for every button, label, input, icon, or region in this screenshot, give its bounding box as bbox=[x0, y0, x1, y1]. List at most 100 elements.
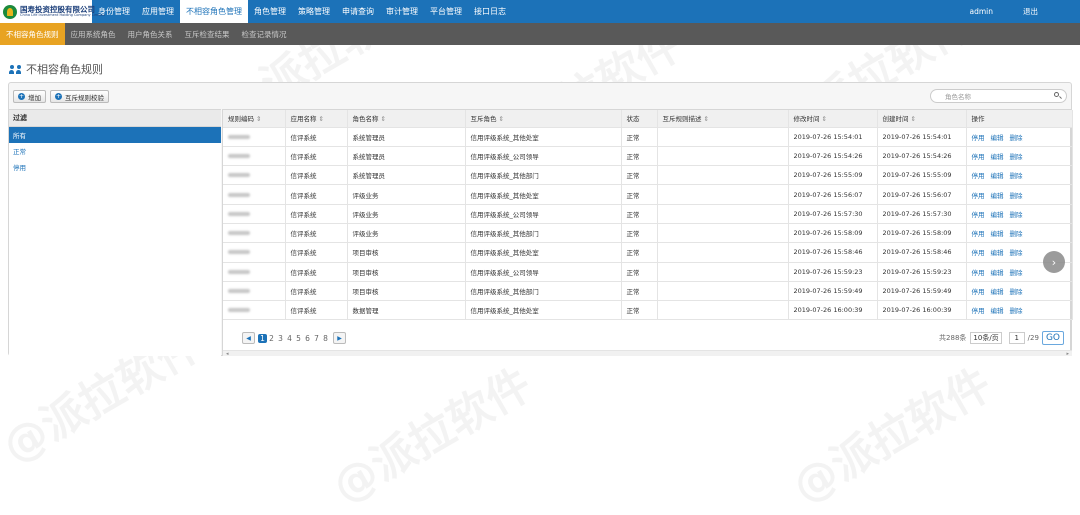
page-size-select[interactable]: 10条/页 bbox=[970, 332, 1002, 344]
next-page-button[interactable]: ▶ bbox=[333, 332, 346, 344]
prev-page-button[interactable]: ◀ bbox=[242, 332, 255, 344]
page-number[interactable]: 1 bbox=[258, 333, 267, 343]
filter-item[interactable]: 正常 bbox=[9, 143, 221, 159]
table-cell: 信用评级系统_其他部门 bbox=[465, 281, 622, 302]
column-header[interactable]: 应用名称 ⇕ bbox=[285, 110, 348, 128]
sort-icon[interactable]: ⇕ bbox=[319, 115, 324, 123]
sort-icon[interactable]: ⇕ bbox=[499, 115, 504, 123]
action-link-edit[interactable]: 编辑 bbox=[991, 211, 1004, 219]
subnav-item[interactable]: 检查记录情况 bbox=[236, 23, 293, 45]
subnav-item[interactable]: 不相容角色规则 bbox=[0, 23, 65, 45]
sort-icon[interactable]: ⇕ bbox=[381, 115, 386, 123]
page-number-input[interactable]: 1 bbox=[1008, 332, 1025, 344]
table-row[interactable]: 信评系统 系统管理员 信用评级系统_其他部门 正常 2019-07-26 15:55:0… bbox=[223, 165, 1073, 186]
action-link-delete[interactable]: 删除 bbox=[1010, 192, 1023, 200]
column-header-label: 规则编码 bbox=[228, 115, 254, 124]
sort-icon[interactable]: ⇕ bbox=[911, 115, 916, 123]
filter-item[interactable]: 停用 bbox=[9, 159, 221, 175]
topnav-item[interactable]: 审计管理 bbox=[380, 0, 424, 23]
action-link-disable[interactable]: 停用 bbox=[972, 172, 985, 180]
action-link-disable[interactable]: 停用 bbox=[972, 249, 985, 257]
table-row[interactable]: 信评系统 评级业务 信用评级系统_其他部门 正常 2019-07-26 15:58:09… bbox=[223, 223, 1073, 244]
action-link-delete[interactable]: 删除 bbox=[1010, 230, 1023, 238]
search-icon[interactable] bbox=[1054, 92, 1059, 97]
table-row[interactable]: 信评系统 系统管理员 信用评级系统_公司领导 正常 2019-07-26 15:54:2… bbox=[223, 146, 1073, 167]
action-link-disable[interactable]: 停用 bbox=[972, 211, 985, 219]
next-slide-button[interactable]: › bbox=[1043, 251, 1065, 273]
page-number[interactable]: 3 bbox=[276, 334, 285, 343]
action-link-edit[interactable]: 编辑 bbox=[991, 249, 1004, 257]
column-header[interactable]: 角色名称 ⇕ bbox=[347, 110, 466, 128]
column-header[interactable]: 规则编码 ⇕ bbox=[223, 110, 286, 128]
table-cell: 2019-07-26 15:54:01 bbox=[877, 127, 967, 147]
sort-icon[interactable]: ⇕ bbox=[704, 115, 709, 123]
action-link-delete[interactable]: 删除 bbox=[1010, 172, 1023, 180]
topnav-item[interactable]: 身份管理 bbox=[92, 0, 136, 23]
table-row[interactable]: 信评系统 项目审核 信用评级系统_其他处室 正常 2019-07-26 15:58:46… bbox=[223, 242, 1073, 263]
action-link-edit[interactable]: 编辑 bbox=[991, 172, 1004, 180]
action-link-disable[interactable]: 停用 bbox=[972, 307, 985, 315]
action-link-disable[interactable]: 停用 bbox=[972, 230, 985, 238]
subnav-item[interactable]: 应用系统角色 bbox=[65, 23, 122, 45]
action-link-delete[interactable]: 删除 bbox=[1010, 249, 1023, 257]
action-link-disable[interactable]: 停用 bbox=[972, 134, 985, 142]
username[interactable]: admin bbox=[970, 7, 994, 16]
scroll-left-icon[interactable]: ◂ bbox=[226, 351, 229, 357]
topnav-item[interactable]: 接口日志 bbox=[468, 0, 512, 23]
subnav-item[interactable]: 互斥检查结果 bbox=[179, 23, 236, 45]
action-link-edit[interactable]: 编辑 bbox=[991, 192, 1004, 200]
page-number[interactable]: 8 bbox=[321, 334, 330, 343]
action-link-disable[interactable]: 停用 bbox=[972, 192, 985, 200]
action-link-delete[interactable]: 删除 bbox=[1010, 288, 1023, 296]
action-link-disable[interactable]: 停用 bbox=[972, 288, 985, 296]
rule-check-button[interactable]: + 互斥规则校验 bbox=[50, 90, 109, 103]
action-link-delete[interactable]: 删除 bbox=[1010, 307, 1023, 315]
action-link-edit[interactable]: 编辑 bbox=[991, 307, 1004, 315]
subnav-item[interactable]: 用户角色关系 bbox=[122, 23, 179, 45]
column-header[interactable]: 互斥规则描述 ⇕ bbox=[657, 110, 789, 128]
topnav-item[interactable]: 角色管理 bbox=[248, 0, 292, 23]
scroll-right-icon[interactable]: ▸ bbox=[1066, 351, 1069, 357]
action-link-edit[interactable]: 编辑 bbox=[991, 288, 1004, 296]
table-row[interactable]: 信评系统 项目审核 信用评级系统_公司领导 正常 2019-07-26 15:59:23… bbox=[223, 262, 1073, 282]
topnav-item[interactable]: 不相容角色管理 bbox=[180, 0, 248, 23]
sort-icon[interactable]: ⇕ bbox=[256, 115, 261, 123]
page-number[interactable]: 6 bbox=[303, 334, 312, 343]
search-input[interactable]: 角色名称 bbox=[930, 89, 1067, 103]
action-link-delete[interactable]: 删除 bbox=[1010, 134, 1023, 142]
table-row[interactable]: 信评系统 评级业务 信用评级系统_公司领导 正常 2019-07-26 15:57:30… bbox=[223, 204, 1073, 224]
page-number[interactable]: 5 bbox=[294, 334, 303, 343]
table-row[interactable]: 信评系统 评级业务 信用评级系统_其他处室 正常 2019-07-26 15:56:07… bbox=[223, 184, 1073, 205]
action-link-delete[interactable]: 删除 bbox=[1010, 211, 1023, 219]
filter-item[interactable]: 所有 bbox=[9, 127, 221, 143]
column-header[interactable]: 修改时间 ⇕ bbox=[788, 110, 878, 128]
action-link-edit[interactable]: 编辑 bbox=[991, 134, 1004, 142]
action-link-edit[interactable]: 编辑 bbox=[991, 153, 1004, 161]
topnav-item[interactable]: 平台管理 bbox=[424, 0, 468, 23]
topnav-item[interactable]: 策略管理 bbox=[292, 0, 336, 23]
topnav-item[interactable]: 申请查询 bbox=[336, 0, 380, 23]
horizontal-scrollbar[interactable]: ◂ ▸ bbox=[223, 350, 1072, 357]
page-number[interactable]: 4 bbox=[285, 334, 294, 343]
column-header[interactable]: 互斥角色 ⇕ bbox=[465, 110, 622, 128]
action-link-disable[interactable]: 停用 bbox=[972, 269, 985, 277]
page-number[interactable]: 2 bbox=[267, 334, 276, 343]
action-link-delete[interactable]: 删除 bbox=[1010, 269, 1023, 277]
action-link-edit[interactable]: 编辑 bbox=[991, 230, 1004, 238]
add-button[interactable]: + 增加 bbox=[13, 90, 46, 103]
column-header[interactable]: 状态 bbox=[621, 110, 658, 128]
action-link-disable[interactable]: 停用 bbox=[972, 153, 985, 161]
column-header[interactable]: 创建时间 ⇕ bbox=[877, 110, 967, 128]
table-row[interactable]: 信评系统 数据管理 信用评级系统_其他处室 正常 2019-07-26 16:00:39… bbox=[223, 300, 1073, 321]
action-link-edit[interactable]: 编辑 bbox=[991, 269, 1004, 277]
page-number[interactable]: 7 bbox=[312, 334, 321, 343]
table-row[interactable]: 信评系统 系统管理员 信用评级系统_其他处室 正常 2019-07-26 15:54:0… bbox=[223, 127, 1073, 147]
action-link-delete[interactable]: 删除 bbox=[1010, 153, 1023, 161]
sort-icon[interactable]: ⇕ bbox=[822, 115, 827, 123]
table-row[interactable]: 信评系统 项目审核 信用评级系统_其他部门 正常 2019-07-26 15:59:49… bbox=[223, 281, 1073, 302]
topnav-item[interactable]: 应用管理 bbox=[136, 0, 180, 23]
column-header[interactable]: 操作 bbox=[966, 110, 1073, 128]
company-logo[interactable]: 国寿投资控股有限公司 China Life Investment Holding… bbox=[0, 0, 105, 23]
go-button[interactable]: GO bbox=[1041, 331, 1064, 345]
logout-link[interactable]: 退出 bbox=[1023, 6, 1038, 17]
